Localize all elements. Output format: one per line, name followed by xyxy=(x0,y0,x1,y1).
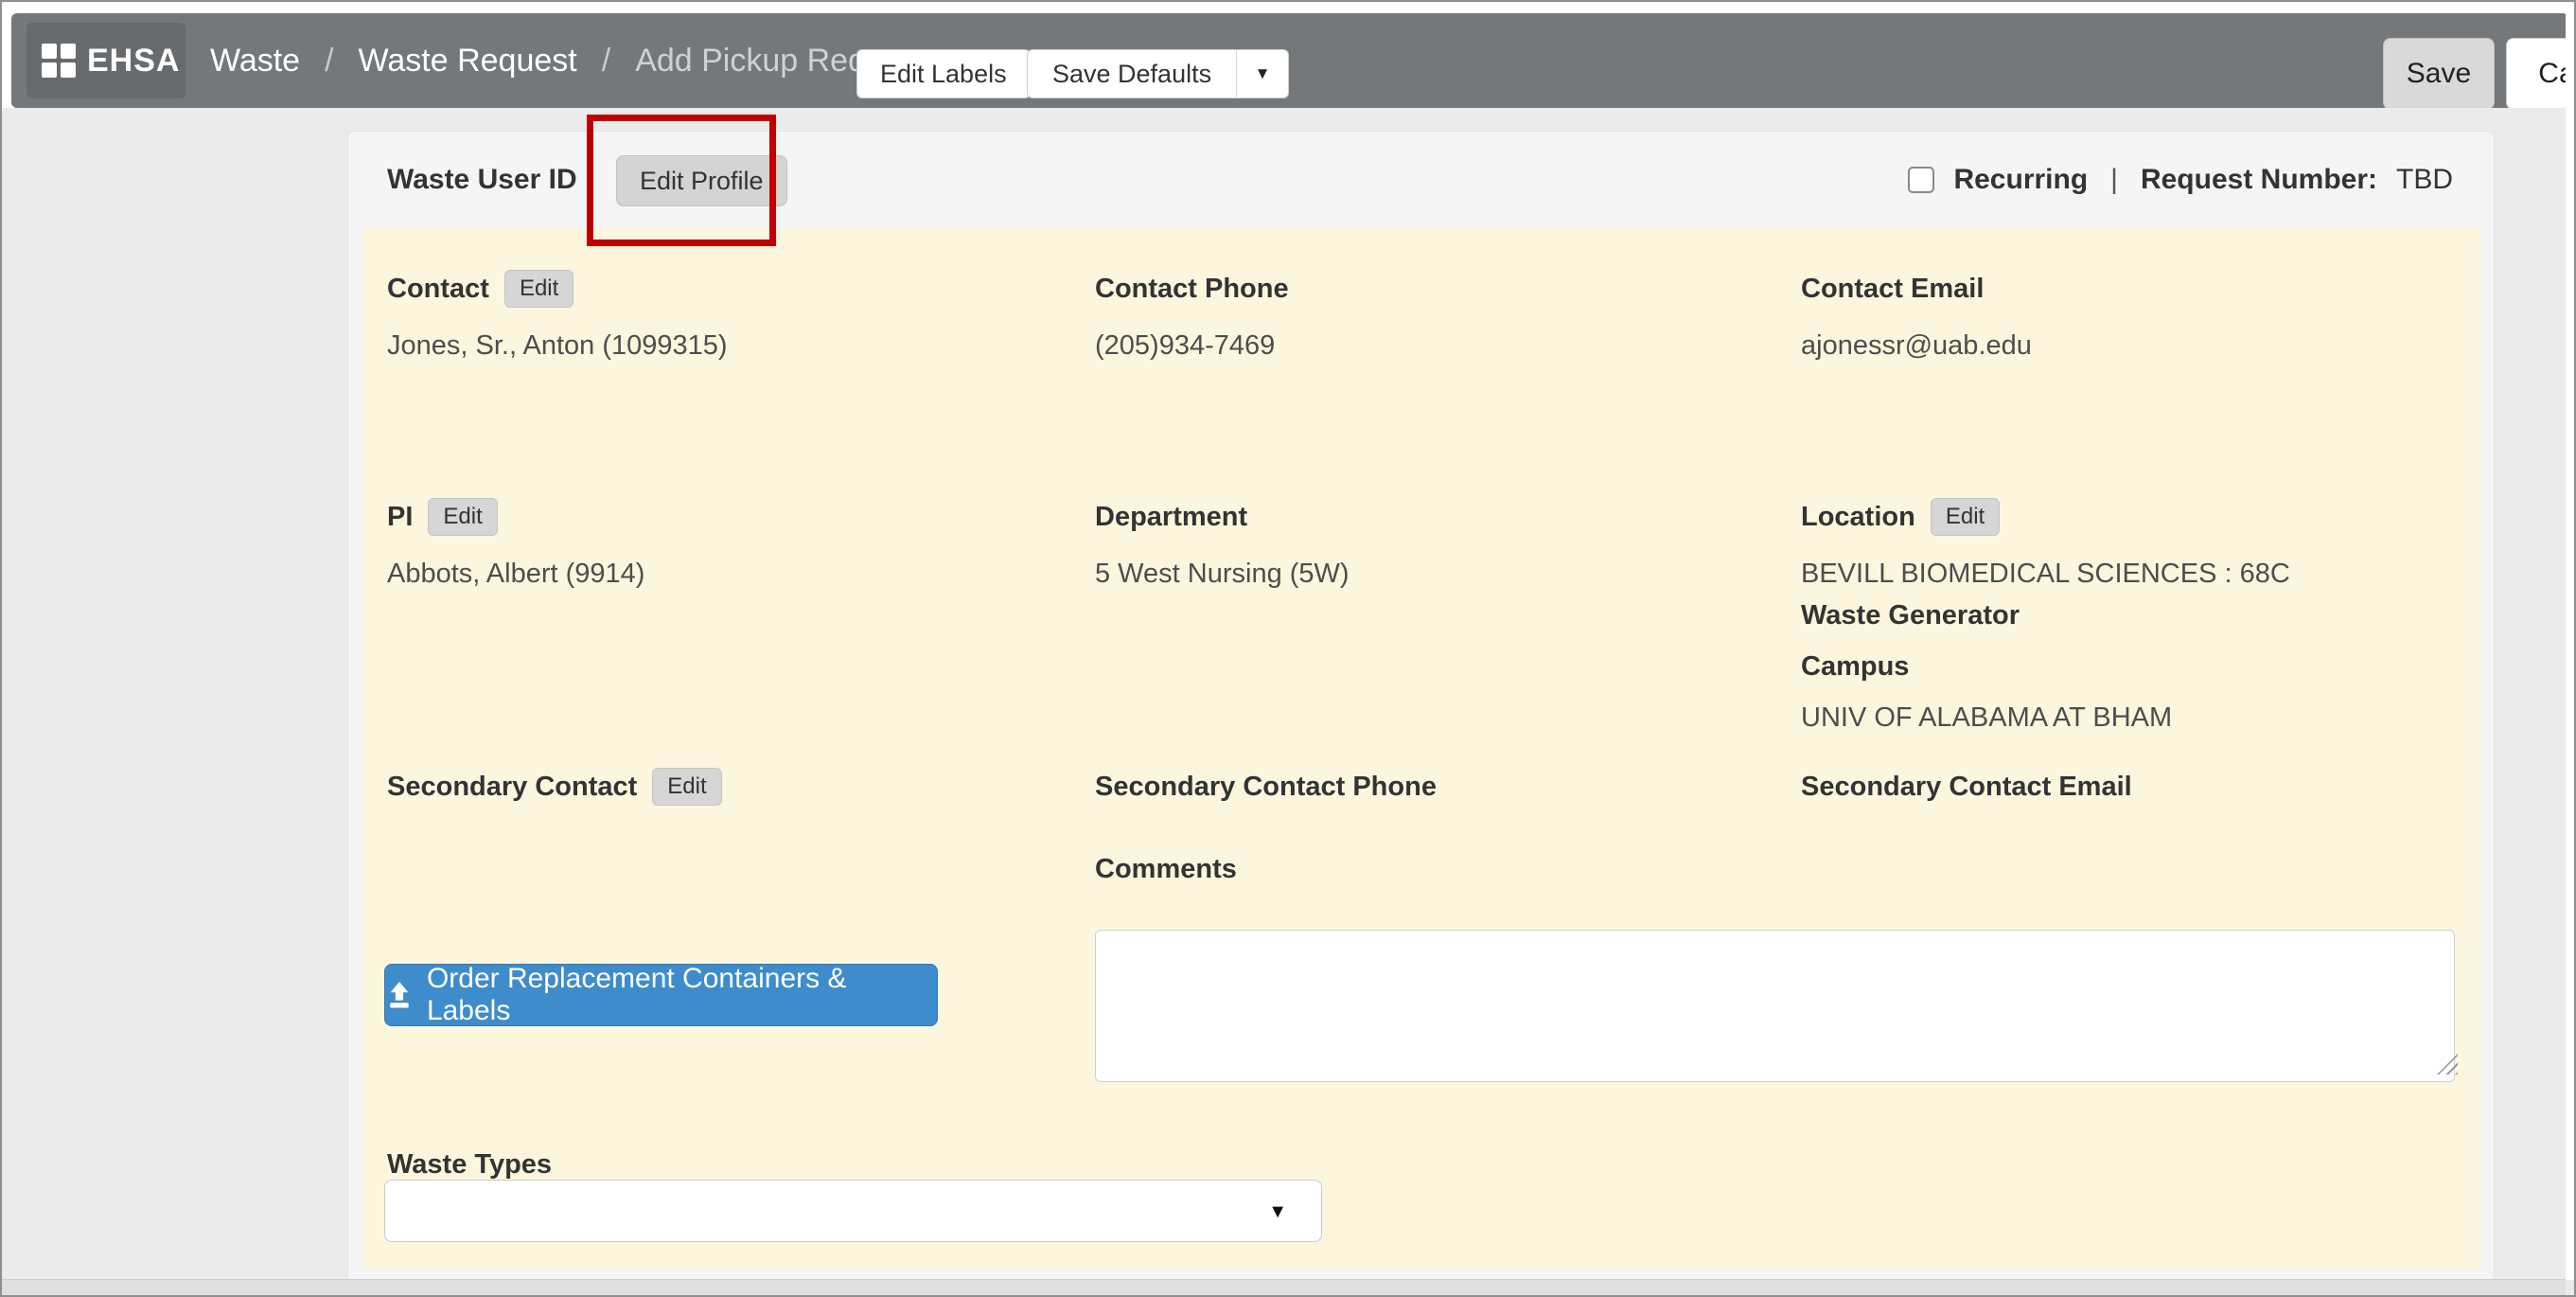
location-value: BEVILL BIOMEDICAL SCIENCES : 68C xyxy=(1801,559,2290,590)
order-replacement-label: Order Replacement Containers & Labels xyxy=(427,963,937,1027)
pickup-request-panel: Waste User ID Edit Profile Recurring | R… xyxy=(347,131,2495,1284)
secondary-contact-field: Secondary Contact Edit xyxy=(387,768,722,806)
breadcrumb-separator: / xyxy=(602,43,610,80)
location-field: Location Edit xyxy=(1801,498,2000,536)
secondary-contact-email-label: Secondary Contact Email xyxy=(1801,772,2132,803)
contact-email-value: ajonessr@uab.edu xyxy=(1801,330,2032,362)
location-edit-button[interactable]: Edit xyxy=(1931,498,2000,536)
recurring-checkbox[interactable] xyxy=(1908,167,1934,193)
app-grid-icon xyxy=(42,44,76,78)
panel-title: Waste User ID xyxy=(387,132,577,228)
edit-labels-button[interactable]: Edit Labels xyxy=(856,49,1031,98)
header-right-group: Recurring | Request Number: TBD xyxy=(1908,132,2453,228)
recurring-label: Recurring xyxy=(1953,164,2088,196)
contact-phone-label: Contact Phone xyxy=(1095,274,1289,305)
waste-types-select[interactable]: ▼ xyxy=(384,1180,1322,1242)
panel-body: Contact Edit Jones, Sr., Anton (1099315)… xyxy=(362,228,2479,1269)
pi-value: Abbots, Albert (9914) xyxy=(387,559,644,590)
save-defaults-split-button: Save Defaults ▼ xyxy=(1027,49,1289,98)
contact-phone-value: (205)934-7469 xyxy=(1095,330,1275,362)
pi-edit-button[interactable]: Edit xyxy=(428,498,497,536)
save-defaults-button[interactable]: Save Defaults xyxy=(1028,50,1236,98)
waste-types-label: Waste Types xyxy=(387,1149,552,1181)
ehsa-app-screen: EHSA Waste / Waste Request / Add Pickup … xyxy=(0,0,2576,1297)
secondary-contact-phone-label: Secondary Contact Phone xyxy=(1095,772,1437,803)
secondary-contact-label: Secondary Contact xyxy=(387,772,637,803)
campus-value: UNIV OF ALABAMA AT BHAM xyxy=(1801,702,2172,734)
pi-field: PI Edit xyxy=(387,498,498,536)
breadcrumb-item-waste-request[interactable]: Waste Request xyxy=(359,43,577,80)
department-label: Department xyxy=(1095,502,1247,533)
pi-label: PI xyxy=(387,502,413,533)
contact-field: Contact Edit xyxy=(387,270,573,308)
contact-email-label: Contact Email xyxy=(1801,274,1984,305)
save-defaults-caret-button[interactable]: ▼ xyxy=(1236,50,1288,98)
location-label: Location xyxy=(1801,502,1915,533)
brand-label: EHSA xyxy=(87,43,180,80)
caret-down-icon: ▼ xyxy=(1255,64,1271,83)
waste-generator-label: Waste Generator xyxy=(1801,600,2020,631)
breadcrumb-separator: / xyxy=(325,43,333,80)
ehsa-brand[interactable]: EHSA xyxy=(26,23,185,98)
campus-label: Campus xyxy=(1801,651,1909,683)
breadcrumb-item-waste[interactable]: Waste xyxy=(210,43,300,80)
top-navbar: EHSA Waste / Waste Request / Add Pickup … xyxy=(11,13,2568,108)
right-edge-strip xyxy=(2566,2,2574,1280)
horizontal-scrollbar[interactable] xyxy=(2,1279,2566,1295)
contact-value: Jones, Sr., Anton (1099315) xyxy=(387,330,728,362)
save-button[interactable]: Save xyxy=(2383,38,2495,108)
request-number-value: TBD xyxy=(2396,164,2453,196)
cancel-button[interactable]: Cancel xyxy=(2506,38,2568,108)
upload-icon xyxy=(385,981,414,1009)
secondary-contact-edit-button[interactable]: Edit xyxy=(652,768,721,806)
contact-label: Contact xyxy=(387,274,489,305)
contact-edit-button[interactable]: Edit xyxy=(504,270,573,308)
comments-textarea[interactable] xyxy=(1095,930,2455,1082)
panel-header: Waste User ID Edit Profile Recurring | R… xyxy=(348,132,2494,228)
request-number-label: Request Number: xyxy=(2141,164,2377,196)
comments-label: Comments xyxy=(1095,854,1237,885)
department-value: 5 West Nursing (5W) xyxy=(1095,559,1350,590)
breadcrumb: Waste / Waste Request / Add Pickup Reque… xyxy=(210,13,926,108)
header-separator: | xyxy=(2107,164,2122,196)
order-replacement-button[interactable]: Order Replacement Containers & Labels xyxy=(384,964,938,1026)
edit-profile-button[interactable]: Edit Profile xyxy=(616,155,787,206)
caret-down-icon: ▼ xyxy=(1268,1181,1287,1243)
